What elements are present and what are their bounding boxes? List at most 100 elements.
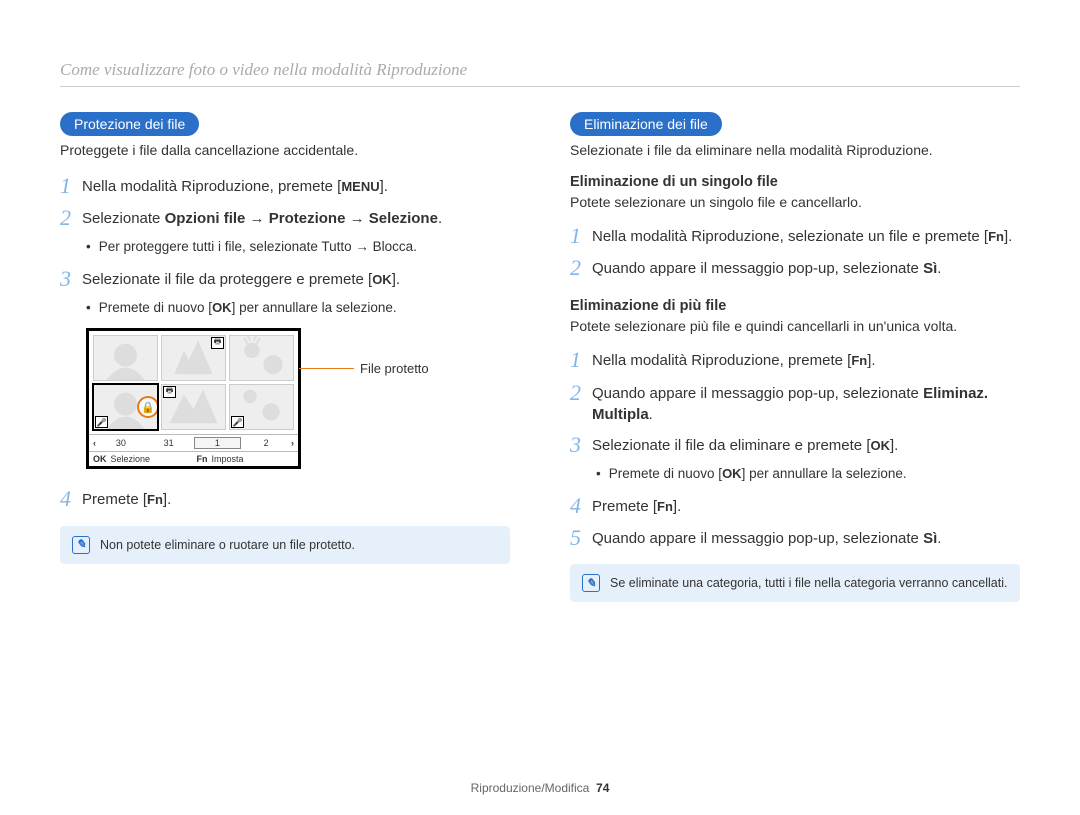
ok-button-label: OK	[870, 437, 890, 455]
page-number: 74	[596, 781, 609, 795]
step-number: 5	[570, 526, 592, 550]
text: .	[649, 406, 653, 423]
step-number: 1	[60, 174, 82, 198]
right-multi-step-5: 5 Quando appare il messaggio pop-up, sel…	[570, 526, 1020, 550]
bullet-text: Premete di nuovo [OK] per annullare la s…	[99, 299, 397, 318]
text: .	[413, 239, 417, 254]
text: Selezionate il file da eliminare e preme…	[592, 437, 870, 454]
print-icon: 🖶	[211, 337, 224, 349]
callout-label: File protetto	[360, 361, 429, 376]
note-text: Non potete eliminare o ruotare un file p…	[100, 536, 355, 553]
text: Nella modalità Riproduzione, premete [	[82, 178, 341, 195]
single-delete-desc: Potete selezionare un singolo file e can…	[570, 194, 1020, 210]
note-box-left: ✎ Non potete eliminare o ruotare un file…	[60, 526, 510, 564]
text: ].	[1004, 228, 1012, 245]
bold-text: Opzioni file → Protezione → Selezione	[165, 210, 438, 227]
text: Quando appare il messaggio pop-up, selez…	[592, 260, 923, 277]
section-pill-deletion: Eliminazione dei file	[570, 112, 722, 136]
day: 31	[146, 438, 192, 448]
right-multi-step-3-bullet: • Premete di nuovo [OK] per annullare la…	[596, 465, 1020, 484]
note-icon: ✎	[582, 574, 600, 592]
thumbnail-selected: 🎤 🔒	[93, 384, 158, 430]
right-multi-step-3: 3 Selezionate il file da eliminare e pre…	[570, 433, 1020, 457]
bold-text: Sì	[923, 530, 937, 547]
text: Premete [	[82, 491, 147, 508]
ok-indicator-label: Selezione	[111, 454, 151, 464]
left-step-3: 3 Selezionate il file da proteggere e pr…	[60, 267, 510, 291]
text: Per proteggere tutti i file, selezionate	[99, 239, 322, 254]
left-step-2: 2 Selezionate Opzioni file → Protezione …	[60, 206, 510, 230]
voice-memo-icon: 🎤	[231, 416, 244, 428]
text: Selezionate il file da proteggere e prem…	[82, 271, 372, 288]
bold-text: Sì	[923, 260, 937, 277]
content-columns: Protezione dei file Proteggete i file da…	[60, 112, 1020, 602]
left-column: Protezione dei file Proteggete i file da…	[60, 112, 510, 602]
text: ].	[673, 498, 681, 515]
step-text: Premete [Fn].	[82, 487, 171, 510]
step-text: Quando appare il messaggio pop-up, selez…	[592, 526, 941, 549]
text: Quando appare il messaggio pop-up, selez…	[592, 385, 923, 402]
note-icon: ✎	[72, 536, 90, 554]
print-icon: 🖶	[163, 386, 176, 398]
step-text: Selezionate il file da eliminare e preme…	[592, 433, 898, 456]
fn-button-label: Fn	[147, 491, 163, 509]
text: ] per annullare la selezione.	[232, 300, 397, 315]
step-text: Selezionate Opzioni file → Protezione → …	[82, 206, 442, 229]
fn-button-label: Fn	[988, 228, 1004, 246]
callout-line	[299, 368, 354, 369]
step-text: Selezionate il file da proteggere e prem…	[82, 267, 400, 290]
callout: File protetto	[299, 361, 429, 376]
right-single-step-1: 1 Nella modalità Riproduzione, seleziona…	[570, 224, 1020, 248]
fn-indicator-label: Imposta	[212, 454, 244, 464]
bullet-icon: •	[596, 465, 601, 484]
right-multi-step-2: 2 Quando appare il messaggio pop-up, sel…	[570, 381, 1020, 425]
ok-button-label: OK	[372, 271, 392, 289]
left-step-1: 1 Nella modalità Riproduzione, premete […	[60, 174, 510, 198]
text: ].	[890, 437, 898, 454]
text: Premete [	[592, 498, 657, 515]
text: Nella modalità Riproduzione, selezionate…	[592, 228, 988, 245]
fn-indicator: Fn	[197, 454, 208, 464]
page-footer: Riproduzione/Modifica 74	[0, 781, 1080, 795]
step-text: Quando appare il messaggio pop-up, selez…	[592, 256, 941, 279]
thumbnail-grid: 🖶 🎤 🔒 🖶 🎤	[89, 331, 298, 434]
camera-screen-illustration: 🖶 🎤 🔒 🖶 🎤	[86, 328, 510, 469]
fn-button-label: Fn	[851, 352, 867, 370]
left-step-2-bullet: • Per proteggere tutti i file, seleziona…	[86, 238, 510, 257]
step-text: Nella modalità Riproduzione, premete [ME…	[82, 174, 388, 197]
step-text: Nella modalità Riproduzione, selezionate…	[592, 224, 1012, 247]
left-step-3-bullet: • Premete di nuovo [OK] per annullare la…	[86, 299, 510, 318]
thumbnail: 🖶	[161, 384, 226, 430]
bullet-icon: •	[86, 238, 91, 257]
step-number: 1	[570, 224, 592, 248]
note-text: Se eliminate una categoria, tutti i file…	[610, 574, 1007, 591]
step-number: 2	[60, 206, 82, 230]
text: Nella modalità Riproduzione, premete [	[592, 352, 851, 369]
prev-arrow-icon: ‹	[93, 438, 96, 448]
note-box-right: ✎ Se eliminate una categoria, tutti i fi…	[570, 564, 1020, 602]
menu-button-label: MENU	[341, 178, 379, 196]
bullet-text: Per proteggere tutti i file, selezionate…	[99, 238, 417, 257]
bullet-icon: •	[86, 299, 91, 318]
text: ].	[163, 491, 171, 508]
section-pill-protection: Protezione dei file	[60, 112, 199, 136]
text: .	[937, 530, 941, 547]
right-multi-step-4: 4 Premete [Fn].	[570, 494, 1020, 518]
deletion-desc: Selezionate i file da eliminare nella mo…	[570, 142, 1020, 158]
screen-frame: 🖶 🎤 🔒 🖶 🎤	[86, 328, 301, 469]
multi-delete-heading: Eliminazione di più file	[570, 298, 1020, 314]
next-arrow-icon: ›	[291, 438, 294, 448]
step-number: 4	[570, 494, 592, 518]
step-number: 1	[570, 348, 592, 372]
voice-memo-icon: 🎤	[95, 416, 108, 428]
step-number: 4	[60, 487, 82, 511]
day-current: 1	[194, 437, 242, 449]
step-number: 3	[60, 267, 82, 291]
bold-text: Tutto → Blocca	[321, 239, 413, 254]
text: ].	[392, 271, 400, 288]
right-multi-step-1: 1 Nella modalità Riproduzione, premete […	[570, 348, 1020, 372]
single-delete-heading: Eliminazione di un singolo file	[570, 174, 1020, 190]
ok-indicator: OK	[93, 454, 107, 464]
step-number: 2	[570, 381, 592, 405]
footer-section: Riproduzione/Modifica	[471, 781, 590, 795]
